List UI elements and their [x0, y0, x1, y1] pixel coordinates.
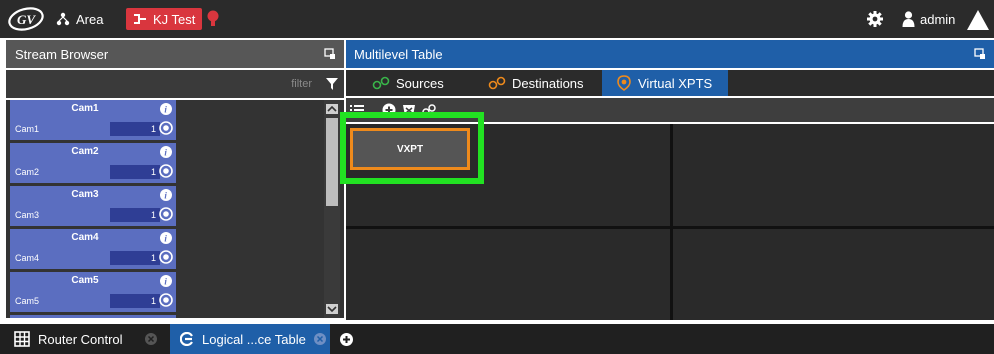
target-icon[interactable]	[159, 250, 173, 264]
virtual-xpts-icon	[617, 75, 631, 91]
top-bar: GV Area KJ Test admin	[0, 0, 994, 38]
stream-title: Cam2	[71, 146, 99, 157]
close-icon[interactable]	[144, 333, 157, 345]
tab-virtual-xpts[interactable]: Virtual XPTS	[602, 70, 728, 96]
stream-card[interactable]: Cam1 i Cam1 1	[10, 100, 176, 140]
tab-sources-label: Sources	[396, 75, 444, 91]
target-icon[interactable]	[159, 164, 173, 178]
filter-input[interactable]: filter	[246, 74, 320, 94]
stream-number: 1	[110, 251, 160, 265]
target-icon[interactable]	[159, 293, 173, 307]
stream-number: 1	[110, 294, 160, 308]
scroll-thumb[interactable]	[326, 118, 338, 206]
target-icon[interactable]	[159, 121, 173, 135]
scroll-down-icon[interactable]	[326, 304, 338, 314]
alarm-bulb-icon[interactable]	[206, 9, 220, 29]
info-icon[interactable]: i	[160, 275, 172, 287]
grid-divider	[346, 226, 994, 229]
stream-number: 1	[110, 208, 160, 222]
tab-sources[interactable]: Sources	[372, 70, 444, 96]
tab-router-control-label: Router Control	[38, 331, 123, 347]
window-icon[interactable]	[324, 48, 336, 60]
filter-placeholder: filter	[291, 78, 312, 90]
info-icon[interactable]: i	[160, 232, 172, 244]
vxpt-label: VXPT	[396, 143, 424, 155]
info-icon[interactable]: i	[160, 146, 172, 158]
area-icon	[56, 12, 70, 26]
stream-title: Cam5	[71, 275, 99, 286]
tab-virtual-xpts-label: Virtual XPTS	[638, 75, 713, 91]
tab-logical-table[interactable]: Logical ...ce Table	[170, 324, 330, 354]
stream-title: Cam1	[71, 103, 99, 114]
area-label: Area	[76, 11, 104, 27]
sources-icon	[372, 76, 390, 90]
multilevel-tabs: Sources Destinations Virtual XPTS	[346, 70, 994, 96]
stream-list-scrollbar[interactable]	[324, 100, 340, 318]
stream-title: Cam3	[71, 189, 99, 200]
kj-test-label: KJ Test	[153, 11, 196, 27]
stream-browser-title: Stream Browser	[15, 46, 109, 62]
info-icon[interactable]: i	[160, 189, 172, 201]
stream-number: 1	[110, 122, 160, 136]
tab-destinations[interactable]: Destinations	[488, 70, 584, 96]
logical-table-icon	[180, 332, 193, 346]
window-icon[interactable]	[974, 48, 986, 60]
stream-card[interactable]: Cam2 i Cam2 1	[10, 143, 176, 183]
user-icon	[902, 11, 915, 27]
stream-card[interactable]: Cam3 i Cam3 1	[10, 186, 176, 226]
stream-sub: Cam5	[15, 296, 40, 306]
area-button[interactable]: Area	[56, 9, 103, 29]
user-menu[interactable]: admin	[902, 9, 955, 29]
filter-row: filter	[6, 70, 344, 98]
bottom-tab-bar: Router Control Logical ...ce Table	[0, 324, 994, 354]
multilevel-table-title: Multilevel Table	[354, 46, 443, 62]
add-tab-icon[interactable]	[340, 333, 353, 346]
stream-title: Cam4	[71, 232, 99, 243]
kj-test-button[interactable]: KJ Test	[126, 8, 203, 30]
user-label: admin	[920, 11, 956, 27]
destinations-icon	[488, 76, 506, 90]
stream-number: 1	[110, 165, 160, 179]
info-icon[interactable]: i	[160, 103, 172, 115]
grid-icon	[14, 331, 30, 347]
filter-funnel-icon[interactable]	[326, 77, 338, 91]
stream-sub: Cam3	[15, 210, 40, 220]
svg-text:GV: GV	[17, 12, 36, 27]
grid-divider	[670, 124, 673, 320]
stream-card[interactable]: Cam5 i Cam5 1	[10, 272, 176, 312]
stream-sub: Cam4	[15, 253, 40, 263]
stream-card[interactable]: Cam4 i Cam4 1	[10, 229, 176, 269]
gear-icon[interactable]	[866, 10, 884, 28]
gv-logo[interactable]: GV	[8, 7, 44, 31]
stream-sub: Cam2	[15, 167, 40, 177]
close-icon[interactable]	[313, 333, 326, 345]
stream-card-partial[interactable]	[10, 315, 176, 318]
stream-sub: Cam1	[15, 124, 40, 134]
tab-destinations-label: Destinations	[512, 75, 584, 91]
tab-logical-table-label: Logical ...ce Table	[202, 331, 306, 347]
stream-browser-header: Stream Browser	[6, 40, 344, 68]
tab-router-control[interactable]: Router Control	[14, 324, 164, 354]
vxpt-cell[interactable]: VXPT	[350, 128, 470, 170]
routing-icon	[134, 14, 146, 24]
scroll-up-icon[interactable]	[326, 104, 338, 114]
stream-list: Cam1 i Cam1 1 Cam2 i Cam2 1 Cam3 i Cam3 …	[6, 100, 344, 318]
warning-triangle-icon[interactable]	[966, 9, 990, 31]
multilevel-table-header: Multilevel Table	[346, 40, 994, 68]
target-icon[interactable]	[159, 207, 173, 221]
